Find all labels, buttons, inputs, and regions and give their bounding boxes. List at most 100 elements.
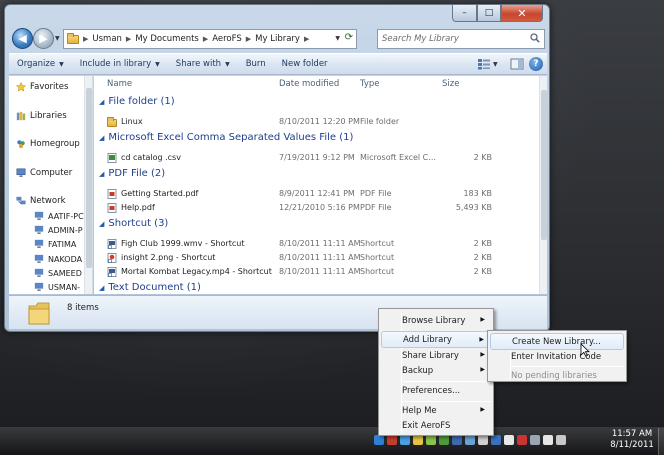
- refresh-icon[interactable]: ⟳: [345, 32, 353, 43]
- forward-button[interactable]: ▶: [33, 28, 54, 49]
- chevron-right-icon[interactable]: ▶: [203, 35, 208, 43]
- network-computer-item[interactable]: NAKODA: [33, 254, 82, 264]
- scrollbar-thumb[interactable]: [541, 90, 547, 240]
- show-desktop-button[interactable]: [658, 428, 664, 455]
- network-icon: [16, 196, 26, 205]
- address-dropdown-icon[interactable]: ▼: [335, 35, 340, 42]
- action-center-flag-icon[interactable]: [504, 435, 514, 445]
- preview-pane-button[interactable]: [509, 57, 525, 71]
- breadcrumb-aerofs[interactable]: AeroFS: [212, 34, 242, 44]
- address-bar[interactable]: ▶ Usman ▶ My Documents ▶ AeroFS ▶ My Lib…: [63, 29, 357, 49]
- breadcrumb-my-library[interactable]: My Library: [255, 34, 300, 44]
- file-list-scrollbar[interactable]: [539, 76, 547, 294]
- app-tray-icon[interactable]: [478, 435, 488, 445]
- menu-item-add-library[interactable]: Add Library ▶: [381, 331, 491, 348]
- chevron-right-icon[interactable]: ▶: [246, 35, 251, 43]
- app-tray-icon[interactable]: [400, 435, 410, 445]
- network-computer-item[interactable]: USMAN-: [33, 282, 80, 292]
- column-date-modified[interactable]: Date modified: [279, 79, 339, 89]
- menu-item-enter-invitation-code[interactable]: Enter Invitation Code: [490, 348, 624, 365]
- change-view-icon[interactable]: [477, 58, 491, 70]
- help-icon[interactable]: ?: [529, 57, 543, 71]
- app-tray-icon[interactable]: [491, 435, 501, 445]
- close-button[interactable]: ✕: [501, 5, 543, 22]
- navigation-bar: ◀ ▶ ▼ ▶ Usman ▶ My Documents ▶ AeroFS ▶ …: [9, 27, 547, 53]
- group-header[interactable]: ◢ Shortcut (3): [99, 218, 168, 229]
- table-row[interactable]: insight 2.png - Shortcut 8/10/2011 11:11…: [94, 251, 540, 265]
- group-header[interactable]: ◢ PDF File (2): [99, 168, 165, 179]
- chevron-right-icon[interactable]: ▶: [304, 35, 309, 43]
- table-row[interactable]: Figh Club 1999.wmv - Shortcut 8/10/2011 …: [94, 237, 540, 251]
- collapse-caret-icon[interactable]: ◢: [99, 170, 104, 178]
- network-computer-item[interactable]: SAMEED: [33, 268, 82, 278]
- app-tray-icon[interactable]: [426, 435, 436, 445]
- collapse-caret-icon[interactable]: ◢: [99, 98, 104, 106]
- group-header[interactable]: ◢ Text Document (1): [99, 282, 201, 293]
- app-tray-icon[interactable]: [517, 435, 527, 445]
- table-row[interactable]: Mortal Kombat Legacy.mp4 - Shortcut 8/10…: [94, 265, 540, 279]
- scrollbar-thumb[interactable]: [86, 88, 92, 268]
- network-computer-item[interactable]: FATIMA: [33, 239, 76, 249]
- menu-item-label: No pending libraries: [511, 370, 597, 381]
- recent-pages-chevron-icon[interactable]: ▼: [55, 35, 60, 42]
- breadcrumb-usman[interactable]: Usman: [92, 34, 122, 44]
- wifi-signal-icon[interactable]: [543, 435, 553, 445]
- clock[interactable]: 11:57 AM 8/11/2011: [604, 429, 660, 451]
- table-row[interactable]: cd catalog .csv 7/19/2011 9:12 PM Micros…: [94, 151, 540, 165]
- search-input[interactable]: [382, 34, 522, 44]
- nav-favorites[interactable]: Favorites: [15, 82, 68, 92]
- view-options-chevron-icon[interactable]: ▼: [493, 61, 505, 68]
- menu-item-label: Exit AeroFS: [402, 420, 451, 431]
- organize-button[interactable]: Organize ▼: [9, 59, 72, 69]
- column-size[interactable]: Size: [442, 79, 459, 89]
- column-type[interactable]: Type: [360, 79, 380, 89]
- chevron-right-icon[interactable]: ▶: [126, 35, 131, 43]
- table-row[interactable]: Getting Started.pdf 8/9/2011 12:41 PM PD…: [94, 187, 540, 201]
- preview-pane-icon: [510, 58, 524, 70]
- nav-libraries[interactable]: Libraries: [15, 111, 67, 121]
- nav-homegroup[interactable]: Homegroup: [15, 139, 80, 149]
- computer-icon: [34, 268, 44, 277]
- maximize-button[interactable]: □: [477, 5, 501, 22]
- menu-item-preferences[interactable]: Preferences...: [381, 382, 491, 399]
- app-tray-icon[interactable]: [413, 435, 423, 445]
- column-name[interactable]: Name: [107, 79, 132, 89]
- nav-computer[interactable]: Computer: [15, 168, 72, 178]
- collapse-caret-icon[interactable]: ◢: [99, 284, 104, 292]
- app-tray-icon[interactable]: [439, 435, 449, 445]
- app-tray-icon[interactable]: [452, 435, 462, 445]
- bluetooth-icon[interactable]: [465, 435, 475, 445]
- include-in-library-button[interactable]: Include in library ▼: [72, 59, 168, 69]
- collapse-caret-icon[interactable]: ◢: [99, 220, 104, 228]
- volume-icon[interactable]: [556, 435, 566, 445]
- file-type: File folder: [360, 117, 400, 126]
- chevron-right-icon[interactable]: ▶: [83, 35, 88, 43]
- battery-icon[interactable]: [530, 435, 540, 445]
- aerofs-tray-icon[interactable]: [374, 435, 384, 445]
- network-computer-item[interactable]: AATIF-PC: [33, 211, 84, 221]
- group-title: Text Document (1): [108, 282, 201, 293]
- table-row[interactable]: Linux 8/10/2011 12:20 PM File folder: [94, 115, 540, 129]
- group-header[interactable]: ◢ File folder (1): [99, 96, 175, 107]
- menu-item-backup[interactable]: Backup ▶: [381, 362, 491, 379]
- burn-button[interactable]: Burn: [238, 59, 274, 69]
- back-button[interactable]: ◀: [12, 28, 33, 49]
- search-box[interactable]: [377, 29, 545, 49]
- app-tray-icon[interactable]: [387, 435, 397, 445]
- search-icon[interactable]: [530, 33, 540, 43]
- nav-pane-scrollbar[interactable]: [84, 76, 92, 294]
- new-folder-button[interactable]: New folder: [274, 59, 336, 69]
- share-with-button[interactable]: Share with ▼: [168, 59, 238, 69]
- breadcrumb-my-documents[interactable]: My Documents: [135, 34, 199, 44]
- group-header[interactable]: ◢ Microsoft Excel Comma Separated Values…: [99, 132, 353, 143]
- network-computer-item[interactable]: ADMIN-P: [33, 225, 83, 235]
- menu-item-exit[interactable]: Exit AeroFS: [381, 417, 491, 434]
- minimize-button[interactable]: –: [452, 5, 477, 22]
- collapse-caret-icon[interactable]: ◢: [99, 134, 104, 142]
- menu-item-browse-library[interactable]: Browse Library ▶: [381, 312, 491, 329]
- tray-context-menu: Browse Library ▶ Add Library ▶ Share Libra…: [378, 308, 494, 436]
- nav-network[interactable]: Network: [15, 196, 66, 206]
- table-row[interactable]: Help.pdf 12/21/2010 5:16 PM PDF File 5,4…: [94, 201, 540, 215]
- video-shortcut-icon: [107, 267, 117, 277]
- group-title: File folder (1): [108, 96, 175, 107]
